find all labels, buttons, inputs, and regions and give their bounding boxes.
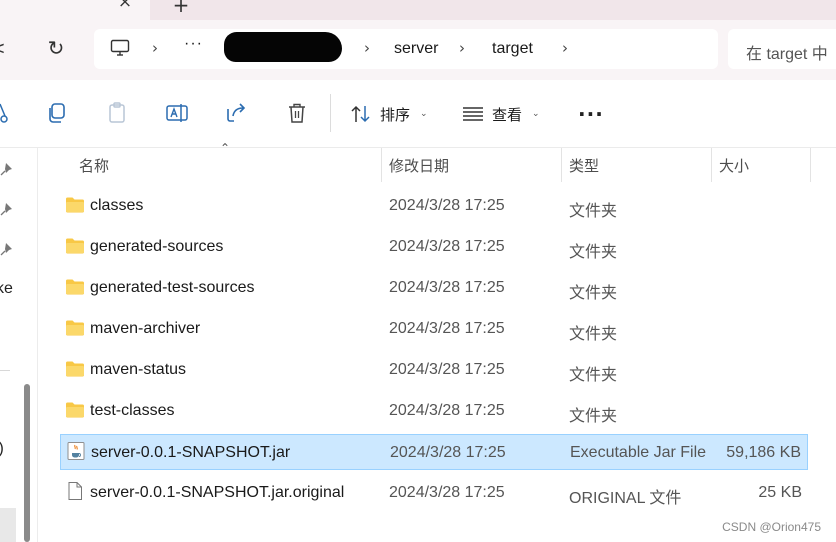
breadcrumb-separator[interactable]: › bbox=[459, 39, 465, 57]
file-modified: 2024/3/28 17:25 bbox=[389, 197, 505, 214]
copy-icon[interactable] bbox=[44, 100, 70, 126]
tab-strip: × + bbox=[0, 0, 836, 20]
file-name: generated-test-sources bbox=[90, 279, 255, 296]
file-name: maven-status bbox=[90, 361, 187, 378]
file-name: server-0.0.1-SNAPSHOT.jar bbox=[91, 444, 291, 461]
file-row[interactable]: test-classes 2024/3/28 17:25 文件夹 bbox=[60, 393, 808, 429]
column-divider[interactable] bbox=[561, 148, 562, 182]
paste-icon[interactable] bbox=[104, 100, 130, 126]
file-type: Executable Jar File bbox=[570, 444, 707, 461]
share-icon[interactable] bbox=[224, 100, 250, 126]
column-divider[interactable] bbox=[381, 148, 382, 182]
refresh-icon[interactable]: ↻ bbox=[40, 30, 72, 66]
file-name: generated-sources bbox=[90, 238, 224, 255]
file-type: 文件夹 bbox=[569, 244, 618, 261]
blank-file-icon bbox=[68, 482, 82, 500]
file-row-selected[interactable]: server-0.0.1-SNAPSHOT.jar 2024/3/28 17:2… bbox=[60, 434, 808, 470]
folder-icon bbox=[66, 279, 84, 295]
file-row[interactable]: maven-archiver 2024/3/28 17:25 文件夹 bbox=[60, 311, 808, 347]
navigation-pane: ke :) bbox=[0, 148, 38, 542]
redaction-mark bbox=[224, 32, 342, 62]
address-bar[interactable]: › ··· c n › server › target › bbox=[94, 29, 718, 69]
file-modified: 2024/3/28 17:25 bbox=[389, 402, 505, 419]
file-type: ORIGINAL 文件 bbox=[569, 490, 682, 507]
column-header-name[interactable]: 名称 bbox=[79, 155, 109, 176]
file-row[interactable]: generated-sources 2024/3/28 17:25 文件夹 bbox=[60, 229, 808, 265]
breadcrumb-separator[interactable]: › bbox=[562, 39, 568, 57]
file-name: classes bbox=[90, 197, 144, 214]
file-row[interactable]: classes 2024/3/28 17:25 文件夹 bbox=[60, 188, 808, 224]
sort-ascending-icon: ⌃ bbox=[220, 141, 231, 155]
column-headers: ⌃ 名称 修改日期 类型 大小 bbox=[38, 141, 836, 182]
view-icon bbox=[463, 107, 483, 121]
file-modified: 2024/3/28 17:25 bbox=[389, 361, 505, 378]
breadcrumb-item-target[interactable]: target bbox=[492, 40, 533, 58]
address-row: < ↻ › ··· c n › server › target › 在 targ… bbox=[0, 20, 836, 80]
column-divider[interactable] bbox=[711, 148, 712, 182]
more-options-icon[interactable]: ··· bbox=[578, 102, 604, 126]
search-box[interactable]: 在 target 中 bbox=[728, 29, 836, 69]
folder-icon bbox=[66, 320, 84, 336]
file-modified: 2024/3/28 17:25 bbox=[389, 484, 505, 501]
jar-icon bbox=[67, 442, 85, 460]
back-icon[interactable]: < bbox=[0, 30, 14, 66]
nav-scrollbar[interactable] bbox=[24, 384, 30, 542]
folder-icon bbox=[66, 197, 84, 213]
file-row[interactable]: generated-test-sources 2024/3/28 17:25 文… bbox=[60, 270, 808, 306]
view-button[interactable]: 查看 ⌄ bbox=[462, 100, 540, 128]
column-header-size[interactable]: 大小 bbox=[719, 155, 749, 176]
breadcrumb-expand-icon[interactable]: › bbox=[152, 39, 158, 57]
file-row[interactable]: server-0.0.1-SNAPSHOT.jar.original 2024/… bbox=[60, 475, 808, 511]
watermark-text: CSDN @Orion475 bbox=[722, 520, 821, 534]
command-bar: 排序 ⌄ 查看 ⌄ ··· bbox=[0, 80, 836, 148]
nav-item-partial[interactable]: :) bbox=[0, 440, 4, 458]
view-chevron-icon: ⌄ bbox=[532, 109, 540, 119]
sort-label: 排序 bbox=[380, 106, 411, 124]
pin-icon[interactable] bbox=[0, 162, 14, 176]
this-pc-icon[interactable] bbox=[110, 39, 130, 57]
file-size: 59,186 KB bbox=[726, 444, 801, 461]
column-header-type[interactable]: 类型 bbox=[569, 155, 599, 176]
pin-icon[interactable] bbox=[0, 202, 14, 216]
nav-divider bbox=[0, 370, 10, 371]
folder-icon bbox=[66, 361, 84, 377]
tab-strip-background bbox=[152, 0, 836, 20]
file-name: test-classes bbox=[90, 402, 175, 419]
file-type: 文件夹 bbox=[569, 408, 618, 425]
file-size: 25 KB bbox=[758, 484, 802, 501]
file-modified: 2024/3/28 17:25 bbox=[390, 444, 506, 461]
pin-icon[interactable] bbox=[0, 242, 14, 256]
sort-chevron-icon: ⌄ bbox=[420, 109, 428, 119]
delete-icon[interactable] bbox=[284, 100, 310, 126]
file-type: 文件夹 bbox=[569, 367, 618, 384]
column-divider[interactable] bbox=[810, 148, 811, 182]
nav-item-partial[interactable]: ke bbox=[0, 280, 13, 298]
file-type: 文件夹 bbox=[569, 285, 618, 302]
file-modified: 2024/3/28 17:25 bbox=[389, 320, 505, 337]
file-row[interactable]: maven-status 2024/3/28 17:25 文件夹 bbox=[60, 352, 808, 388]
file-type: 文件夹 bbox=[569, 203, 618, 220]
folder-icon bbox=[66, 238, 84, 254]
breadcrumb-more-icon[interactable]: ··· bbox=[184, 35, 203, 53]
nav-item-selected[interactable] bbox=[0, 508, 16, 542]
file-type: 文件夹 bbox=[569, 326, 618, 343]
breadcrumb-separator[interactable]: › bbox=[364, 39, 370, 57]
file-modified: 2024/3/28 17:25 bbox=[389, 279, 505, 296]
search-placeholder: 在 target 中 bbox=[746, 46, 828, 63]
file-modified: 2024/3/28 17:25 bbox=[389, 238, 505, 255]
toolbar-divider bbox=[330, 94, 331, 132]
sort-icon bbox=[351, 105, 370, 123]
column-header-modified[interactable]: 修改日期 bbox=[389, 155, 449, 176]
new-tab-icon[interactable]: + bbox=[168, 0, 194, 17]
file-name: maven-archiver bbox=[90, 320, 201, 337]
rename-icon[interactable] bbox=[164, 100, 190, 126]
view-label: 查看 bbox=[492, 106, 523, 124]
tab-close-icon[interactable]: × bbox=[112, 0, 138, 12]
breadcrumb-item-server[interactable]: server bbox=[394, 40, 438, 58]
sort-button[interactable]: 排序 ⌄ bbox=[350, 100, 428, 128]
file-name: server-0.0.1-SNAPSHOT.jar.original bbox=[90, 484, 345, 501]
folder-icon bbox=[66, 402, 84, 418]
cut-icon[interactable] bbox=[0, 100, 14, 126]
